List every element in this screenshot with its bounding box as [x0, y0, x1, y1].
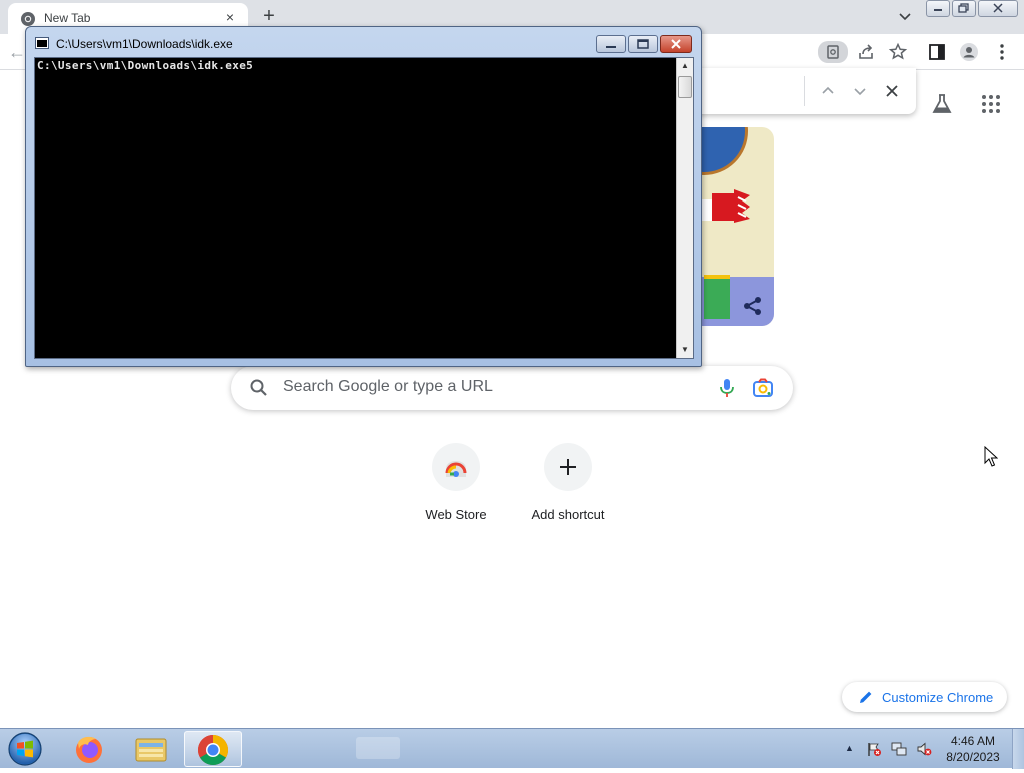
close-icon	[993, 3, 1003, 13]
find-bar-divider	[804, 76, 805, 106]
search-box[interactable]: Search Google or type a URL	[231, 366, 793, 410]
tab-title: New Tab	[44, 11, 91, 25]
find-next-icon[interactable]	[850, 81, 870, 101]
close-window-button[interactable]	[978, 0, 1018, 17]
start-orb-icon[interactable]	[6, 731, 44, 767]
shortcut-web-store[interactable]: Web Store	[406, 443, 506, 533]
find-in-page-icon[interactable]	[818, 41, 848, 63]
customize-chrome-label: Customize Chrome	[882, 690, 994, 705]
taskbar: ▲ 4:46 AM 8/20/2023	[0, 728, 1024, 769]
show-hidden-icons-icon[interactable]: ▲	[845, 743, 854, 753]
shortcut-add[interactable]: Add shortcut	[518, 443, 618, 533]
find-bar	[690, 68, 916, 114]
plus-icon	[544, 443, 592, 491]
back-button[interactable]: ←	[8, 42, 26, 63]
restore-icon	[958, 3, 969, 13]
close-icon	[671, 39, 681, 49]
doodle-flag	[696, 189, 750, 223]
bookmark-star-icon[interactable]	[888, 42, 908, 62]
doodle-share-icon[interactable]	[742, 295, 764, 317]
clock-date[interactable]: 8/20/2023	[940, 750, 1006, 764]
file-explorer-icon	[135, 738, 167, 762]
minimize-button[interactable]	[926, 0, 950, 17]
chrome-favicon-icon	[21, 12, 35, 26]
console-title: C:\Users\vm1\Downloads\idk.exe	[56, 37, 233, 51]
shortcut-label: Web Store	[425, 507, 487, 522]
chrome-menu-icon[interactable]	[992, 42, 1012, 62]
google-doodle[interactable]	[690, 127, 774, 326]
mouse-cursor-icon	[984, 446, 998, 467]
google-lens-camera-icon[interactable]	[752, 378, 774, 398]
google-apps-icon[interactable]	[979, 92, 1003, 116]
console-output-area[interactable]: C:\Users\vm1\Downloads\idk.exe5 ▲ ▼	[34, 57, 694, 359]
tab-search-chevron-icon[interactable]	[896, 8, 914, 26]
share-icon[interactable]	[856, 42, 876, 62]
show-desktop-button[interactable]	[1012, 729, 1024, 769]
chrome-labs-icon[interactable]	[930, 92, 954, 116]
taskbar-console-preview[interactable]	[356, 737, 400, 759]
minimize-icon	[934, 9, 942, 11]
restore-button[interactable]	[952, 0, 976, 17]
console-close-button[interactable]	[660, 35, 692, 53]
console-output-text: C:\Users\vm1\Downloads\idk.exe5	[37, 59, 254, 72]
find-close-icon[interactable]	[882, 81, 902, 101]
shortcut-label: Add shortcut	[531, 507, 605, 522]
minimize-icon	[606, 46, 616, 48]
web-store-icon	[432, 443, 480, 491]
volume-muted-icon[interactable]	[916, 741, 932, 757]
chrome-icon	[197, 735, 229, 766]
scroll-thumb[interactable]	[678, 76, 692, 98]
profile-avatar-icon[interactable]	[959, 42, 979, 62]
taskbar-file-explorer[interactable]	[122, 731, 180, 767]
taskbar-chrome[interactable]	[184, 731, 242, 767]
network-icon[interactable]	[891, 741, 907, 757]
console-window[interactable]: C:\Users\vm1\Downloads\idk.exe C:\Users\…	[25, 26, 702, 367]
pencil-icon	[860, 691, 872, 703]
scroll-up-arrow-icon[interactable]: ▲	[681, 62, 689, 70]
console-minimize-button[interactable]	[596, 35, 626, 53]
action-center-flag-icon[interactable]	[866, 741, 882, 757]
firefox-icon	[76, 736, 102, 763]
maximize-icon	[637, 39, 649, 49]
console-titlebar[interactable]: C:\Users\vm1\Downloads\idk.exe	[26, 27, 701, 57]
console-scrollbar[interactable]: ▲ ▼	[676, 58, 693, 358]
console-maximize-button[interactable]	[628, 35, 658, 53]
doodle-book	[704, 275, 730, 319]
clock-time[interactable]: 4:46 AM	[940, 734, 1006, 748]
search-input[interactable]: Search Google or type a URL	[283, 378, 493, 396]
find-previous-icon[interactable]	[818, 81, 838, 101]
scroll-down-arrow-icon[interactable]: ▼	[681, 346, 689, 354]
new-tab-button[interactable]: +	[258, 6, 280, 28]
voice-search-mic-icon[interactable]	[717, 377, 737, 399]
console-app-icon	[35, 37, 49, 49]
taskbar-firefox[interactable]	[60, 731, 118, 767]
tab-close-icon[interactable]: ×	[222, 9, 238, 25]
search-icon	[250, 379, 267, 396]
customize-chrome-button[interactable]: Customize Chrome	[842, 682, 1007, 712]
side-panel-icon[interactable]	[927, 42, 947, 62]
